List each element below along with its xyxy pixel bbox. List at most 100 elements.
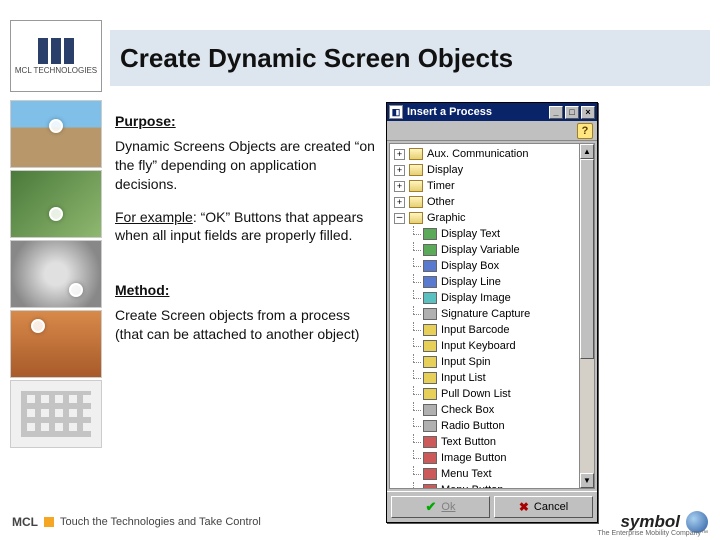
node-icon xyxy=(423,324,437,336)
tree-node[interactable]: Check Box xyxy=(390,402,594,418)
node-label: Pull Down List xyxy=(441,388,511,400)
footer-tagline: Touch the Technologies and Take Control xyxy=(60,516,261,528)
help-icon[interactable]: ? xyxy=(577,123,593,139)
node-label: Input Spin xyxy=(441,356,491,368)
node-label: Input Barcode xyxy=(441,324,510,336)
tree-node[interactable]: Timer xyxy=(390,178,594,194)
node-icon xyxy=(409,164,423,176)
node-label: Display Text xyxy=(441,228,500,240)
tree-node[interactable]: Signature Capture xyxy=(390,306,594,322)
method-paragraph: Create Screen objects from a process (th… xyxy=(115,306,375,344)
tree-node[interactable]: Radio Button xyxy=(390,418,594,434)
decorative-sidebar xyxy=(10,100,102,450)
node-icon xyxy=(423,420,437,432)
expand-toggle[interactable] xyxy=(394,197,405,208)
node-label: Display Line xyxy=(441,276,501,288)
node-icon xyxy=(409,148,423,160)
tree-node[interactable]: Display Text xyxy=(390,226,594,242)
node-label: Radio Button xyxy=(441,420,505,432)
tree-node[interactable]: Other xyxy=(390,194,594,210)
node-label: Display Image xyxy=(441,292,511,304)
node-label: Menu Text xyxy=(441,468,492,480)
node-label: Display Variable xyxy=(441,244,520,256)
node-icon xyxy=(423,452,437,464)
tree-node[interactable]: Graphic xyxy=(390,210,594,226)
footer-square-icon xyxy=(44,517,54,527)
node-label: Graphic xyxy=(427,212,466,224)
scroll-thumb[interactable] xyxy=(580,159,594,359)
purpose-paragraph: Dynamic Screens Objects are created “on … xyxy=(115,137,375,194)
close-button[interactable]: × xyxy=(581,106,595,119)
method-heading: Method: xyxy=(115,281,375,300)
node-icon xyxy=(423,292,437,304)
node-label: Image Button xyxy=(441,452,506,464)
body-text: Purpose: Dynamic Screens Objects are cre… xyxy=(115,112,375,358)
node-icon xyxy=(423,468,437,480)
node-label: Check Box xyxy=(441,404,494,416)
node-icon xyxy=(423,260,437,272)
node-icon xyxy=(423,484,437,489)
tree-node[interactable]: Input Spin xyxy=(390,354,594,370)
tree-node[interactable]: Display Image xyxy=(390,290,594,306)
node-icon xyxy=(409,212,423,224)
tree-node[interactable]: Input Keyboard xyxy=(390,338,594,354)
footer-brand: MCL xyxy=(12,515,38,529)
logo-text: MCL TECHNOLOGIES xyxy=(15,66,97,75)
maximize-button[interactable]: □ xyxy=(565,106,579,119)
node-icon xyxy=(423,404,437,416)
node-label: Display Box xyxy=(441,260,499,272)
example-paragraph: For example: “OK” Buttons that appears w… xyxy=(115,208,375,246)
slide-footer: MCL Touch the Technologies and Take Cont… xyxy=(0,508,720,536)
tree-node[interactable]: Aux. Communication xyxy=(390,146,594,162)
scroll-down-button[interactable]: ▼ xyxy=(580,473,594,488)
node-icon xyxy=(423,356,437,368)
slide-title-bar: Create Dynamic Screen Objects xyxy=(110,30,710,86)
node-icon xyxy=(409,180,423,192)
node-label: Other xyxy=(427,196,455,208)
expand-toggle[interactable] xyxy=(394,213,405,224)
tree-node[interactable]: Menu Button xyxy=(390,482,594,489)
dialog-icon: ◧ xyxy=(389,105,403,119)
node-icon xyxy=(423,340,437,352)
dialog-title-text: Insert a Process xyxy=(407,106,492,118)
node-label: Display xyxy=(427,164,463,176)
tree-scrollbar[interactable]: ▲ ▼ xyxy=(579,144,594,488)
node-icon xyxy=(423,244,437,256)
mcl-logo: MCL TECHNOLOGIES xyxy=(10,20,102,92)
tree-node[interactable]: Pull Down List xyxy=(390,386,594,402)
process-tree[interactable]: Aux. Communication Display Timer Other Graph… xyxy=(389,143,595,489)
node-icon xyxy=(423,372,437,384)
node-icon xyxy=(409,196,423,208)
tree-node[interactable]: Display Variable xyxy=(390,242,594,258)
node-label: Input Keyboard xyxy=(441,340,516,352)
node-label: Text Button xyxy=(441,436,496,448)
page-title: Create Dynamic Screen Objects xyxy=(120,43,513,74)
purpose-heading: Purpose: xyxy=(115,112,375,131)
node-icon xyxy=(423,228,437,240)
node-label: Menu Button xyxy=(441,484,503,489)
node-icon xyxy=(423,388,437,400)
symbol-tagline: The Enterprise Mobility Company™ xyxy=(598,530,709,537)
tree-node[interactable]: Display Box xyxy=(390,258,594,274)
expand-toggle[interactable] xyxy=(394,149,405,160)
node-icon xyxy=(423,308,437,320)
node-label: Signature Capture xyxy=(441,308,530,320)
node-label: Aux. Communication xyxy=(427,148,529,160)
dialog-titlebar[interactable]: ◧ Insert a Process _ □ × xyxy=(387,103,597,121)
tree-node[interactable]: Display Line xyxy=(390,274,594,290)
scroll-up-button[interactable]: ▲ xyxy=(580,144,594,159)
tree-node[interactable]: Image Button xyxy=(390,450,594,466)
node-icon xyxy=(423,436,437,448)
tree-node[interactable]: Text Button xyxy=(390,434,594,450)
tree-node[interactable]: Input Barcode xyxy=(390,322,594,338)
tree-node[interactable]: Menu Text xyxy=(390,466,594,482)
dialog-toolbar: ? xyxy=(387,121,597,141)
expand-toggle[interactable] xyxy=(394,181,405,192)
node-label: Input List xyxy=(441,372,486,384)
minimize-button[interactable]: _ xyxy=(549,106,563,119)
insert-process-dialog: ◧ Insert a Process _ □ × ? Aux. Communic… xyxy=(386,102,598,523)
tree-node[interactable]: Input List xyxy=(390,370,594,386)
node-icon xyxy=(423,276,437,288)
expand-toggle[interactable] xyxy=(394,165,405,176)
tree-node[interactable]: Display xyxy=(390,162,594,178)
